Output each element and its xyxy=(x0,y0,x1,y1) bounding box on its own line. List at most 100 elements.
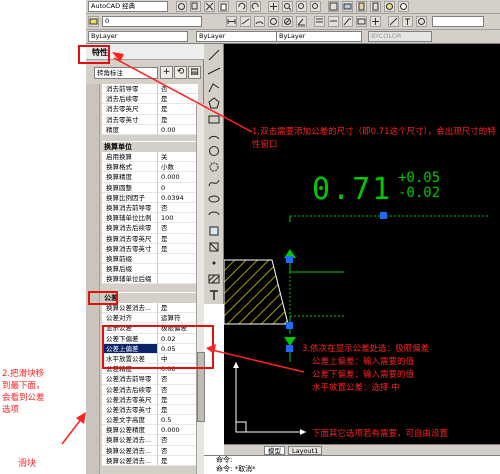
zoom-icon[interactable] xyxy=(282,1,293,12)
property-row[interactable]: 公差消去后续零否 xyxy=(102,384,198,395)
property-row[interactable]: 换算公差消去... 否 xyxy=(102,445,198,456)
property-row[interactable]: 换算辅单位后缀 xyxy=(102,274,198,285)
design-center-icon[interactable] xyxy=(342,1,353,12)
angular-dim-icon[interactable] xyxy=(296,16,307,27)
property-value[interactable]: 100 xyxy=(158,213,198,224)
property-value[interactable]: 运算符 xyxy=(158,313,198,324)
property-value[interactable] xyxy=(158,274,198,285)
property-value[interactable]: 0 xyxy=(158,182,198,193)
undo-icon[interactable] xyxy=(236,1,247,12)
ellipse-icon[interactable] xyxy=(207,192,221,206)
insert-block-icon[interactable] xyxy=(207,224,221,238)
make-block-icon[interactable] xyxy=(207,240,221,254)
property-value[interactable]: 关 xyxy=(158,152,198,163)
command-line[interactable]: 命令: 命令: *取消* xyxy=(204,455,500,474)
dimension-value[interactable]: 0.71 xyxy=(312,172,392,207)
layer-select[interactable]: 0 xyxy=(102,16,202,27)
property-row[interactable]: 换算消去后续零否 xyxy=(102,223,198,234)
property-row[interactable]: 公差对齐 运算符 xyxy=(102,313,198,324)
pan-icon[interactable] xyxy=(268,1,279,12)
cut-icon[interactable] xyxy=(204,1,215,12)
rectangle-icon[interactable] xyxy=(207,112,221,126)
radius-dim-icon[interactable] xyxy=(268,16,279,27)
workspace-select[interactable]: AutoCAD 经典 xyxy=(88,1,168,12)
calculator-icon[interactable] xyxy=(370,1,381,12)
arc-icon[interactable] xyxy=(207,128,221,142)
polyline-icon[interactable] xyxy=(207,80,221,94)
layer-state-icon[interactable] xyxy=(88,16,99,27)
property-row[interactable]: 换算公差消去... 否 xyxy=(102,435,198,446)
property-value[interactable]: 是 xyxy=(158,94,198,105)
property-row[interactable]: 换算前缀 xyxy=(102,253,198,265)
property-value[interactable]: 是 xyxy=(158,404,198,416)
toggle-pickadd-icon[interactable]: + xyxy=(160,66,173,79)
point-icon[interactable] xyxy=(207,256,221,270)
leader-icon[interactable] xyxy=(342,16,353,27)
object-type-select[interactable]: 转角标注 xyxy=(94,67,158,79)
property-row[interactable]: 消去零英寸是 xyxy=(102,114,198,125)
property-value[interactable]: 0.00 xyxy=(158,124,198,135)
property-row[interactable]: 公差文字高度 0.5 xyxy=(102,415,198,426)
mtext-icon[interactable] xyxy=(207,288,221,302)
lineweight-select[interactable]: ByLayer xyxy=(276,31,362,42)
property-value[interactable]: 否 xyxy=(158,445,198,456)
property-value[interactable]: 是 xyxy=(158,104,198,115)
ellipse-arc-icon[interactable] xyxy=(207,208,221,222)
property-row[interactable]: 换算圆整 0 xyxy=(102,182,198,193)
copy-icon[interactable] xyxy=(190,1,201,12)
line-icon[interactable] xyxy=(207,48,221,62)
dim-edit-icon[interactable] xyxy=(388,16,399,27)
dim-update-icon[interactable] xyxy=(416,16,427,27)
arc-length-icon[interactable] xyxy=(254,16,265,27)
property-row[interactable]: 换算后缀 xyxy=(102,264,198,275)
construction-line-icon[interactable] xyxy=(207,64,221,78)
property-value[interactable] xyxy=(158,264,198,275)
dim-text-edit-icon[interactable] xyxy=(402,16,413,27)
zoom-window-icon[interactable] xyxy=(296,1,307,12)
property-value[interactable]: 是 xyxy=(158,114,198,125)
dim-style-select[interactable] xyxy=(432,16,484,27)
tool-palette-icon[interactable] xyxy=(356,1,367,12)
paste-icon[interactable] xyxy=(218,1,229,12)
property-value[interactable]: 否 xyxy=(158,374,198,385)
help-icon[interactable] xyxy=(398,1,409,12)
property-row[interactable]: 公差消去零英寸是 xyxy=(102,404,198,416)
property-row[interactable]: 换算精度 0.000 xyxy=(102,172,198,183)
property-row[interactable]: 换算比例因子 0.0394 xyxy=(102,192,198,203)
property-row[interactable]: 换算消去前导零否 xyxy=(102,202,198,214)
property-row[interactable]: 换算公差精度 0.000 xyxy=(102,425,198,436)
property-value[interactable]: 0.0394 xyxy=(158,192,198,203)
select-objects-icon[interactable]: ⟲ xyxy=(174,66,187,79)
property-value[interactable] xyxy=(158,253,198,265)
property-row[interactable]: 换算格式 小数 xyxy=(102,162,198,173)
color-select[interactable]: ByLayer xyxy=(88,31,188,42)
plotstyle-select[interactable]: BYCOLOR xyxy=(368,31,432,42)
tab-model[interactable]: 模型 xyxy=(264,446,285,455)
property-row[interactable]: 精度 0.00 xyxy=(102,124,198,135)
property-row[interactable]: 启用换算关 xyxy=(102,152,198,163)
property-value[interactable]: 是 xyxy=(158,303,198,314)
tab-layout1[interactable]: Layout1 xyxy=(288,446,323,455)
hatch-icon[interactable] xyxy=(207,272,221,286)
property-value[interactable]: 小数 xyxy=(158,162,198,173)
redo-icon[interactable] xyxy=(250,1,261,12)
palette-scrollbar[interactable] xyxy=(196,104,205,474)
diameter-dim-icon[interactable] xyxy=(282,16,293,27)
property-value[interactable]: 否 xyxy=(158,435,198,446)
zoom-previous-icon[interactable] xyxy=(310,1,321,12)
revision-cloud-icon[interactable] xyxy=(207,160,221,174)
property-value[interactable]: 0.5 xyxy=(158,415,198,426)
property-row[interactable]: 换算辅单位比例 100 xyxy=(102,213,198,224)
linear-dim-icon[interactable] xyxy=(226,16,237,27)
property-value[interactable]: 否 xyxy=(158,84,198,95)
continue-dim-icon[interactable] xyxy=(328,16,339,27)
spline-icon[interactable] xyxy=(207,176,221,190)
tolerance-icon[interactable] xyxy=(356,16,367,27)
property-row[interactable]: 消去零英尺是 xyxy=(102,104,198,115)
property-row[interactable]: 消去前导零否 xyxy=(102,84,198,95)
markup-icon[interactable] xyxy=(384,1,395,12)
baseline-dim-icon[interactable] xyxy=(314,16,325,27)
property-row[interactable]: 换算消去零英寸是 xyxy=(102,243,198,254)
property-value[interactable]: 0.000 xyxy=(158,425,198,436)
properties-icon[interactable] xyxy=(328,1,339,12)
